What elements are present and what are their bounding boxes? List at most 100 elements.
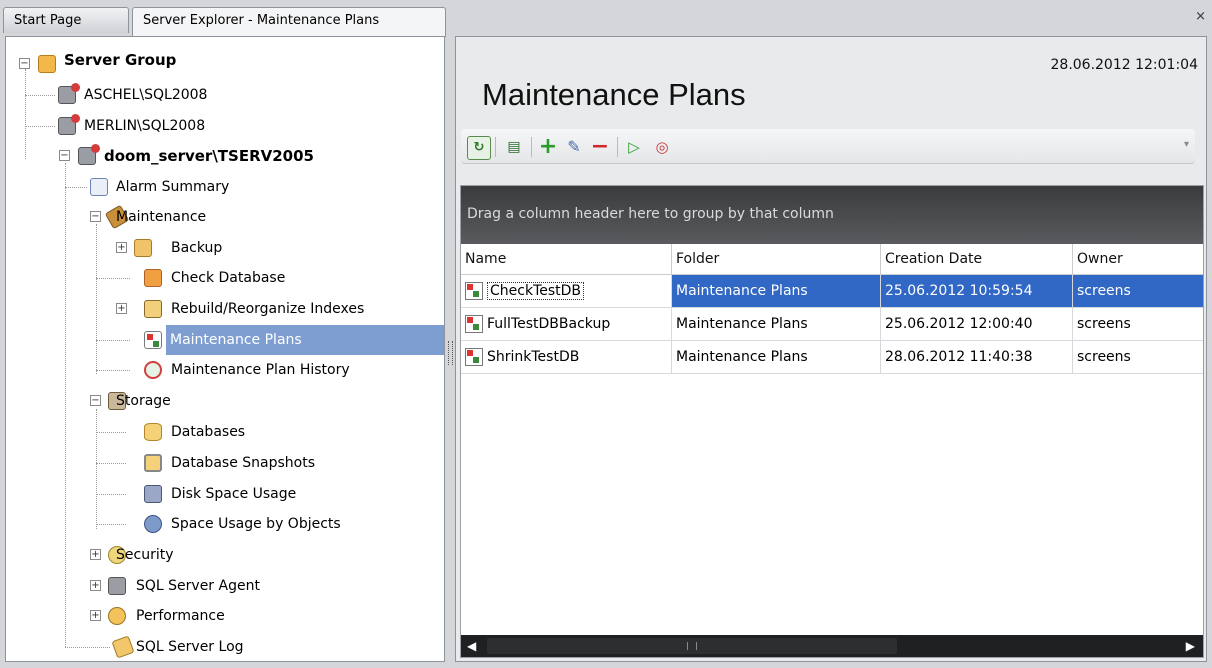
tree-item-backup[interactable]: + Backup bbox=[6, 233, 444, 263]
tree-label: SQL Server Agent bbox=[136, 578, 260, 594]
collapse-icon[interactable]: − bbox=[90, 211, 101, 222]
tree-label: Alarm Summary bbox=[116, 179, 230, 195]
grid-header: Name Folder Creation Date Owner bbox=[461, 244, 1203, 275]
tree-item-maintenance[interactable]: − Maintenance bbox=[6, 202, 444, 232]
cell-creation-date[interactable]: 28.06.2012 11:40:38 bbox=[881, 341, 1073, 373]
refresh-icon[interactable]: ↻ bbox=[467, 136, 491, 160]
tree-label: Maintenance Plans bbox=[166, 325, 444, 355]
tree-line bbox=[96, 370, 130, 371]
tree-line bbox=[96, 463, 126, 464]
add-icon[interactable]: + bbox=[537, 136, 559, 158]
cell-folder[interactable]: Maintenance Plans bbox=[672, 308, 881, 340]
tree-item-security[interactable]: + Security bbox=[6, 540, 444, 570]
scroll-thumb[interactable] bbox=[487, 638, 897, 654]
tab-server-explorer[interactable]: Server Explorer - Maintenance Plans bbox=[132, 7, 446, 37]
tree-label: Maintenance bbox=[116, 209, 207, 225]
collapse-icon[interactable]: − bbox=[90, 395, 101, 406]
remove-icon[interactable]: − bbox=[589, 136, 611, 158]
tree-item-storage[interactable]: − Storage bbox=[6, 386, 444, 416]
column-header-name[interactable]: Name bbox=[461, 244, 672, 274]
cell-name[interactable]: ShrinkTestDB bbox=[461, 341, 672, 373]
cell-owner[interactable]: screens bbox=[1073, 341, 1203, 373]
tree-line bbox=[65, 187, 87, 188]
toolbar-separator bbox=[617, 137, 618, 157]
expand-icon[interactable]: + bbox=[90, 580, 101, 591]
tree-label: Rebuild/Reorganize Indexes bbox=[171, 301, 365, 317]
column-header-owner[interactable]: Owner bbox=[1073, 244, 1203, 274]
tree-label: Databases bbox=[171, 424, 246, 440]
properties-icon[interactable]: ▤ bbox=[503, 136, 525, 158]
table-row[interactable]: CheckTestDB Maintenance Plans 25.06.2012… bbox=[461, 275, 1203, 308]
group-by-panel[interactable]: Drag a column header here to group by th… bbox=[461, 186, 1203, 244]
tree-item-database-snapshots[interactable]: Database Snapshots bbox=[6, 448, 444, 478]
cell-owner[interactable]: screens bbox=[1073, 308, 1203, 340]
history-icon[interactable]: ◎ bbox=[651, 136, 673, 158]
expand-icon[interactable]: + bbox=[116, 242, 127, 253]
scroll-right-icon[interactable]: ▶ bbox=[1186, 639, 1195, 653]
disk-icon bbox=[144, 485, 162, 503]
tree-item-check-database[interactable]: Check Database bbox=[6, 263, 444, 293]
tree-item-alarm-summary[interactable]: Alarm Summary bbox=[6, 172, 444, 202]
table-row[interactable]: FullTestDBBackup Maintenance Plans 25.06… bbox=[461, 308, 1203, 341]
tree-line bbox=[25, 126, 55, 127]
tree-label: doom_server\TSERV2005 bbox=[104, 147, 314, 165]
tree-label: Security bbox=[116, 547, 174, 563]
edit-icon[interactable]: ✎ bbox=[563, 136, 585, 158]
table-row[interactable]: ShrinkTestDB Maintenance Plans 28.06.201… bbox=[461, 341, 1203, 374]
expand-icon[interactable]: + bbox=[90, 610, 101, 621]
cell-folder[interactable]: Maintenance Plans bbox=[672, 275, 881, 307]
column-header-folder[interactable]: Folder bbox=[672, 244, 881, 274]
cell-name[interactable]: FullTestDBBackup bbox=[461, 308, 672, 340]
maintenance-plans-panel: Maintenance Plans 28.06.2012 12:01:04 ↻ … bbox=[455, 36, 1207, 662]
panel-splitter[interactable] bbox=[446, 36, 454, 662]
tree-item-sql-server-log[interactable]: SQL Server Log bbox=[6, 632, 444, 661]
cell-name[interactable]: CheckTestDB bbox=[461, 275, 672, 307]
column-header-creation-date[interactable]: Creation Date bbox=[881, 244, 1073, 274]
tree-item-server-merlin[interactable]: MERLIN\SQL2008 bbox=[6, 111, 444, 141]
tree-label: SQL Server Log bbox=[136, 639, 244, 655]
plan-history-icon bbox=[144, 361, 162, 379]
tree-item-maintenance-plans[interactable]: Maintenance Plans bbox=[6, 325, 444, 355]
tree-line bbox=[96, 524, 126, 525]
collapse-icon[interactable]: − bbox=[59, 150, 70, 161]
tree-line bbox=[65, 647, 110, 648]
cell-creation-date[interactable]: 25.06.2012 12:00:40 bbox=[881, 308, 1073, 340]
tree-item-maintenance-plan-history[interactable]: Maintenance Plan History bbox=[6, 355, 444, 385]
tab-start-page[interactable]: Start Page bbox=[3, 7, 129, 33]
tree-item-server-aschel[interactable]: ASCHEL\SQL2008 bbox=[6, 80, 444, 110]
splitter-grip[interactable] bbox=[448, 341, 453, 365]
tree-item-performance[interactable]: + Performance bbox=[6, 601, 444, 631]
tree-item-rebuild-indexes[interactable]: + Rebuild/Reorganize Indexes bbox=[6, 294, 444, 324]
scroll-left-icon[interactable]: ◀ bbox=[467, 639, 476, 653]
collapse-icon[interactable]: − bbox=[19, 58, 30, 69]
horizontal-scrollbar[interactable]: ◀ ▶ bbox=[461, 635, 1203, 657]
document-tab-strip: Start Page Server Explorer - Maintenance… bbox=[0, 0, 1212, 37]
tree-item-sql-server-agent[interactable]: + SQL Server Agent bbox=[6, 571, 444, 601]
check-database-icon bbox=[144, 269, 162, 287]
performance-icon bbox=[108, 607, 126, 625]
plans-grid: Drag a column header here to group by th… bbox=[460, 185, 1204, 658]
tree-item-space-usage-objects[interactable]: Space Usage by Objects bbox=[6, 509, 444, 539]
expand-icon[interactable]: + bbox=[116, 303, 127, 314]
tree-label: MERLIN\SQL2008 bbox=[84, 118, 206, 134]
agent-icon bbox=[108, 577, 126, 595]
tree-item-databases[interactable]: Databases bbox=[6, 417, 444, 447]
tree-label: Space Usage by Objects bbox=[171, 516, 341, 532]
tree-item-server-group[interactable]: − Server Group bbox=[6, 49, 444, 79]
server-explorer-tree: − Server Group ASCHEL\SQL2008 MERLIN\SQL… bbox=[5, 36, 445, 662]
tree-item-disk-space-usage[interactable]: Disk Space Usage bbox=[6, 479, 444, 509]
close-icon[interactable]: × bbox=[1195, 9, 1206, 24]
cell-owner[interactable]: screens bbox=[1073, 275, 1203, 307]
log-icon bbox=[111, 635, 135, 659]
expand-icon[interactable]: + bbox=[90, 549, 101, 560]
tree-item-server-doom[interactable]: − doom_server\TSERV2005 bbox=[6, 141, 444, 171]
cell-folder[interactable]: Maintenance Plans bbox=[672, 341, 881, 373]
tree-line bbox=[96, 432, 126, 433]
tree-label: Disk Space Usage bbox=[171, 486, 297, 502]
tree-label: Performance bbox=[136, 608, 225, 624]
run-icon[interactable]: ▷ bbox=[623, 136, 645, 158]
cell-creation-date[interactable]: 25.06.2012 10:59:54 bbox=[881, 275, 1073, 307]
tree-label: Server Group bbox=[64, 51, 177, 69]
tree-label: Backup bbox=[171, 240, 223, 256]
toolbar-overflow-icon[interactable]: ▾ bbox=[1184, 139, 1189, 150]
